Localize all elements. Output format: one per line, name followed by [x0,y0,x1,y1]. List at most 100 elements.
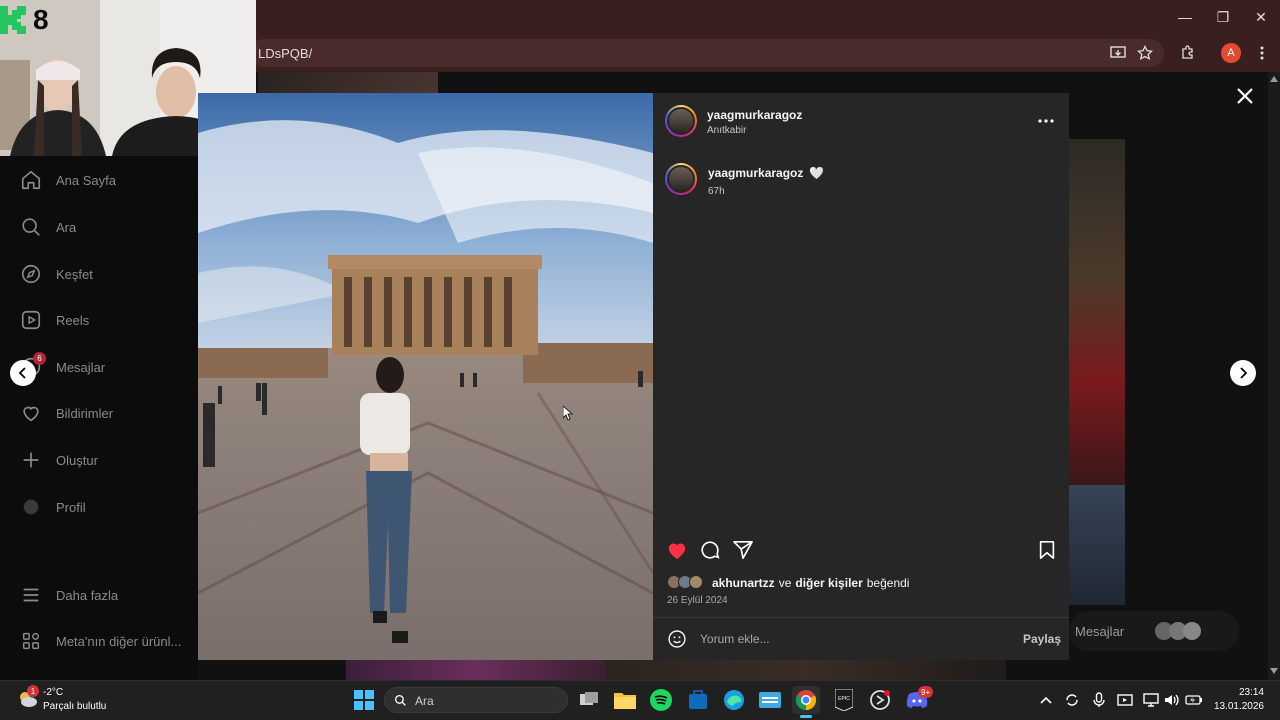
tray-screen-button[interactable] [1115,690,1135,710]
sidebar-item-notifications[interactable]: Bildirimler [20,397,113,429]
caption-avatar[interactable] [665,163,697,195]
edge-icon [724,690,744,710]
sidebar-item-search[interactable]: Ara [20,211,76,243]
install-app-icon[interactable] [1106,41,1130,65]
sidebar-item-label: Reels [56,312,90,328]
profile-avatar[interactable]: A [1221,43,1241,63]
tray-mic-button[interactable] [1089,690,1109,710]
menu-icon [23,588,39,602]
bookmark-icon [1039,541,1055,559]
comment-button[interactable] [698,538,722,562]
sidebar-item-label: Daha fazla [56,587,119,603]
sidebar-item-home[interactable]: Ana Sayfa [20,164,116,196]
comment-icon [701,541,720,559]
reels-icon [21,310,41,330]
chrome-button[interactable] [792,686,820,714]
plus-icon [23,452,39,468]
bg-tile [258,72,438,93]
file-explorer-button[interactable] [611,686,639,714]
network-icon [1143,693,1159,707]
clock-time[interactable]: 23:14 [1214,687,1264,698]
task-view-button[interactable] [575,686,603,714]
send-icon [733,541,753,559]
windows-taskbar [0,680,1280,720]
search-icon [22,218,40,236]
more-options-button[interactable] [1034,109,1058,133]
chrome-icon [795,690,817,711]
post-comment-button[interactable]: Paylaş [1023,632,1061,646]
weather-desc[interactable]: Parçalı bulutlu [43,701,106,712]
emoji-button[interactable] [665,627,689,651]
close-modal-button[interactable] [1234,85,1256,107]
address-bar[interactable] [250,39,1164,67]
tray-volume-button[interactable] [1162,690,1182,710]
keyboard-app-button[interactable] [756,686,784,714]
messages-pill-label[interactable]: Mesajlar [1075,624,1124,639]
minimize-button[interactable]: — [1166,2,1204,32]
browser-menu-icon[interactable] [1250,41,1274,65]
spotify-icon [650,689,672,711]
emoji-icon [668,630,686,648]
compass-icon [21,264,41,284]
post-location[interactable]: Anıtkabir [707,125,746,136]
comment-input[interactable]: Yorum ekle... [700,632,770,646]
start-button[interactable] [350,686,378,714]
folder-icon [614,693,636,709]
chevron-up-icon [1040,696,1052,704]
sidebar-item-profile[interactable]: Profil [20,491,86,523]
bookmark-star-icon[interactable] [1133,41,1157,65]
sidebar-item-label: Oluştur [56,452,98,468]
game-launcher-button[interactable] [866,686,894,714]
spotify-button[interactable] [647,686,675,714]
taskbar-search-icon [394,694,406,706]
save-button[interactable] [1035,538,1059,562]
extensions-icon[interactable] [1176,41,1200,65]
taskbar-search-label[interactable]: Ara [415,694,434,708]
taskbar-search[interactable] [384,687,568,713]
sidebar-item-meta[interactable]: Meta'nın diğer ürünl... [20,625,181,657]
caption-username[interactable]: yaagmurkaragoz [708,166,803,180]
close-icon [1237,88,1253,104]
epic-games-button[interactable]: EPIC [830,686,858,714]
liked-others-link[interactable]: diğer kişiler [795,576,862,590]
close-window-button[interactable]: ✕ [1242,2,1280,32]
avatar-icon [23,499,39,515]
liker-avatar [689,575,703,589]
sidebar-item-more[interactable]: Daha fazla [20,579,118,611]
next-post-button[interactable] [1230,360,1256,386]
url-text[interactable]: LDsPQB/ [258,46,312,61]
sync-icon [1066,694,1078,706]
store-button[interactable] [684,686,712,714]
clock-date[interactable]: 13.01.2026 [1206,701,1264,712]
volume-icon [1165,694,1179,706]
weather-temp[interactable]: -2°C [43,687,63,698]
active-app-indicator [800,715,812,718]
caption-text: 🤍 [809,166,825,180]
page-scrollbar[interactable] [1268,72,1280,680]
sidebar-item-create[interactable]: Oluştur [20,444,98,476]
mouse-cursor-icon [563,406,573,421]
author-avatar[interactable] [665,105,697,137]
author-username[interactable]: yaagmurkaragoz [707,108,802,122]
restore-button[interactable]: ❐ [1204,2,1242,32]
sidebar-item-explore[interactable]: Keşfet [20,258,93,290]
caption: yaagmurkaragoz 🤍 [708,166,824,180]
tray-battery-button[interactable] [1184,690,1204,710]
tray-network-button[interactable] [1141,690,1161,710]
liked-by-avatars[interactable] [667,575,703,589]
post-photo[interactable] [198,93,653,660]
share-button[interactable] [731,538,755,562]
tray-overflow-button[interactable] [1036,690,1056,710]
liked-by-user[interactable]: akhunartzz [712,576,775,590]
bg-tile [606,660,1006,680]
edge-button[interactable] [720,686,748,714]
epic-games-icon: EPIC [835,689,853,711]
sidebar-item-reels[interactable]: Reels [20,304,89,336]
prev-post-button[interactable] [10,360,36,386]
sidebar-item-label: Mesajlar [56,359,106,375]
bg-tile [346,660,606,680]
tray-sync-button[interactable] [1062,690,1082,710]
like-button[interactable] [665,538,689,562]
launcher-icon [870,690,890,710]
post-details-panel: yaagmurkaragoz Anıtkabir yaagmurkaragoz … [653,93,1069,660]
